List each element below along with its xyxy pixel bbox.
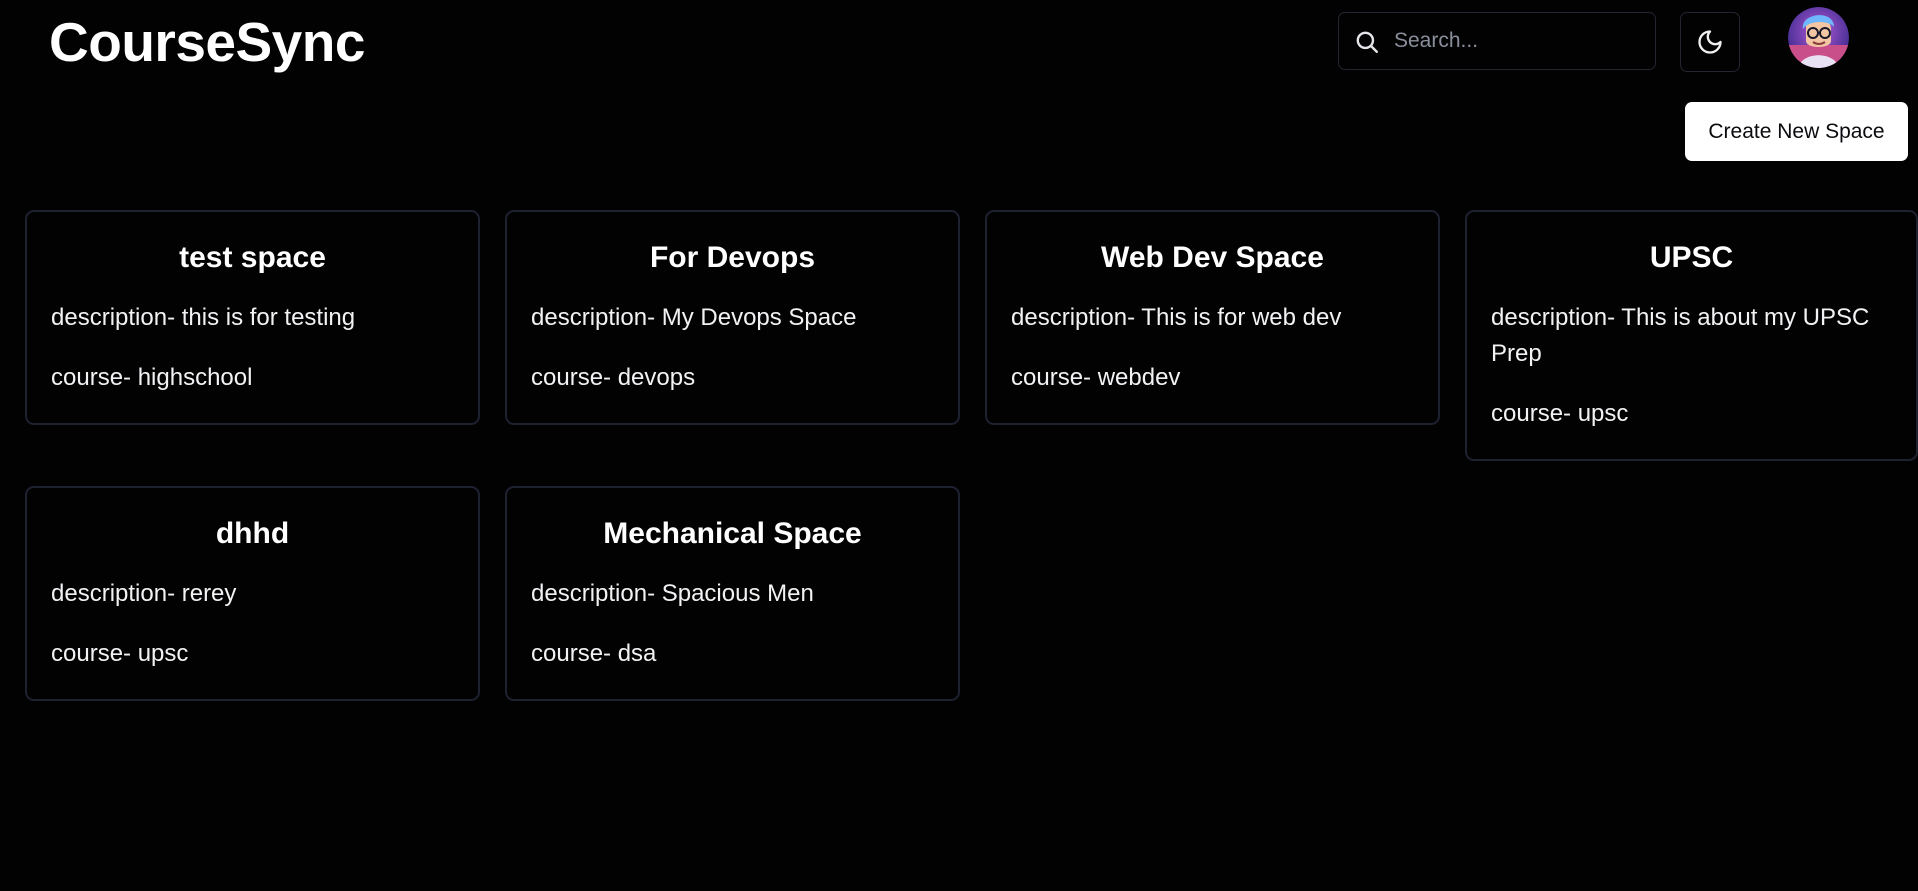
space-course: course- dsa [531, 640, 657, 667]
space-course: course- upsc [51, 640, 189, 667]
space-description: description- rerey [51, 580, 237, 607]
space-description: description- this is for testing [51, 304, 356, 331]
search-box[interactable] [1338, 12, 1656, 70]
space-description: description- This is for web dev [1011, 304, 1342, 331]
space-card[interactable]: test space description- this is for test… [25, 210, 480, 425]
space-title: UPSC [1649, 241, 1734, 274]
space-title: test space [179, 241, 326, 274]
space-card[interactable]: Web Dev Space description- This is for w… [985, 210, 1440, 425]
space-card[interactable]: For Devops description- My Devops Space … [505, 210, 960, 425]
space-course: course- upsc [1491, 400, 1629, 427]
page: CourseSync Search... Create New Space te… [0, 0, 1918, 891]
space-description: description- My Devops Space [531, 304, 857, 331]
create-new-space-button[interactable]: Create New Space [1685, 102, 1908, 161]
theme-toggle-button[interactable] [1680, 12, 1740, 72]
space-description: description- Spacious Men [531, 580, 814, 607]
user-avatar[interactable] [1788, 7, 1849, 68]
space-title: dhhd [215, 517, 290, 550]
space-course: course- webdev [1011, 364, 1181, 391]
space-title: For Devops [649, 241, 816, 274]
space-description: description- This is about my UPSC Prep [1491, 304, 1870, 367]
space-title: Web Dev Space [1101, 241, 1324, 274]
avatar-image [1788, 7, 1849, 68]
space-course: course- highschool [51, 364, 253, 391]
brand-logo-text[interactable]: CourseSync [49, 10, 365, 74]
moon-icon [1698, 30, 1722, 54]
space-title: Mechanical Space [603, 517, 862, 550]
search-input[interactable] [1394, 13, 1649, 69]
space-card[interactable]: Mechanical Space description- Spacious M… [505, 486, 960, 701]
search-icon [1356, 31, 1378, 53]
space-card[interactable]: dhhd description- rerey course- upsc [25, 486, 480, 701]
space-card[interactable]: UPSC description- This is about my UPSC … [1465, 210, 1918, 461]
space-course: course- devops [531, 364, 696, 391]
